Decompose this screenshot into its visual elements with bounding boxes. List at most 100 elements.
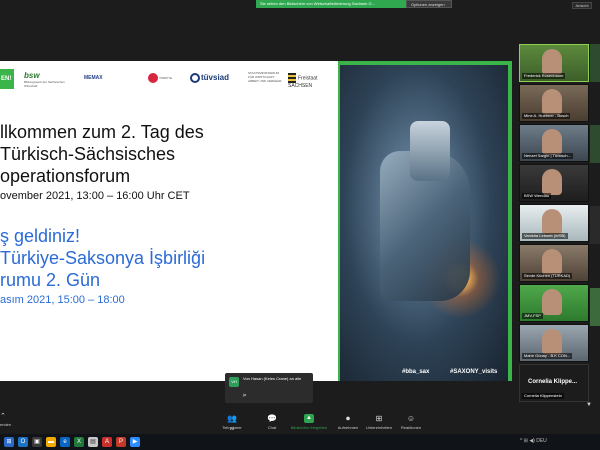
record-icon: ⏺ xyxy=(346,414,350,423)
tuvsiad-logo-text: tüvsiad xyxy=(201,73,230,83)
participant-video-face xyxy=(542,329,562,355)
side-tile-edge xyxy=(590,206,600,244)
participant-tile-no-video[interactable]: Cornelia Klippe... Cornelia Klippenstein xyxy=(519,364,589,402)
participants-icon: 👥28 xyxy=(227,414,237,431)
shared-slide: EN! bsw Bildungswerk der Sächsischen Wir… xyxy=(0,61,512,381)
sponsor-logo-row: EN! bsw Bildungswerk der Sächsischen Wir… xyxy=(0,61,340,101)
zoom-icon[interactable]: ▶ xyxy=(130,437,140,447)
turkish-text-block: ş geldiniz! Türkiye-Saksonya İşbirliği r… xyxy=(0,225,300,307)
participant-tile[interactable]: Vanisha Lebnett (WSB) xyxy=(519,204,589,242)
participant-tile[interactable]: Frederick Rosenbaum xyxy=(519,44,589,82)
german-title-line-3: operationsforum xyxy=(0,166,131,186)
turkish-title-line-3: rumu 2. Gün xyxy=(0,270,101,290)
sachsen-logo: Freistaat SACHSEN xyxy=(288,73,340,89)
turkish-date-line: asım 2021, 15:00 – 18:00 xyxy=(0,294,125,306)
memax-logo: MEMAX xyxy=(84,75,103,81)
participant-tile[interactable]: Nenzet Sargin | Türkisch... xyxy=(519,124,589,162)
breakout-rooms-label: Untereinheiten xyxy=(365,425,393,430)
participant-name: Mahir Günay - B.K CON... xyxy=(522,353,573,359)
excel-icon[interactable]: X xyxy=(74,437,84,447)
outlook-icon[interactable]: O xyxy=(18,437,28,447)
chat-label: Chat xyxy=(267,425,277,430)
participant-strip: Frederick Rosenbaum Mine A. Huebner - Bo… xyxy=(519,44,589,404)
participant-display-name: Cornelia Klippe... xyxy=(528,379,578,385)
participant-name: JMV-FSP xyxy=(522,313,543,319)
red-logo-text: TÜRKİYE xyxy=(159,76,173,81)
participant-video-face xyxy=(542,209,562,235)
participant-video-face xyxy=(542,289,562,315)
bsw-logo-subtitle: Bildungswerk der Sächsischen Wirtschaft xyxy=(24,80,65,88)
participants-button[interactable]: 👥28 Teilnehmer xyxy=(212,414,252,434)
german-date-line: ovember 2021, 13:00 – 16:00 Uhr CET xyxy=(0,190,190,202)
scroll-down-arrow-icon[interactable]: ▼ xyxy=(586,402,592,408)
bsw-logo: bsw Bildungswerk der Sächsischen Wirtsch… xyxy=(24,71,74,88)
participant-tile[interactable]: Mine A. Huebner - Bosch xyxy=(519,84,589,122)
chat-sender-avatar: VH xyxy=(229,377,239,387)
participant-video-face xyxy=(542,249,562,275)
red-circle-logo: TÜRKİYE xyxy=(148,73,172,83)
ring-icon xyxy=(190,73,200,83)
bsw-logo-text: bsw xyxy=(24,71,40,80)
chat-icon: 💬 xyxy=(267,414,277,423)
document-icon[interactable]: ▤ xyxy=(88,437,98,447)
participant-video-face xyxy=(542,49,562,75)
chat-button[interactable]: 💬 Chat xyxy=(252,414,292,434)
red-dot-icon xyxy=(148,73,158,83)
reactions-button[interactable]: ☺ Reaktionen xyxy=(391,414,431,434)
hashtag-saxony-visits: #SAXONY_visits xyxy=(450,369,498,375)
acrobat-icon[interactable]: A xyxy=(102,437,112,447)
participant-name: Vanisha Lebnett (WSB) xyxy=(522,233,568,239)
turkish-title-line-1: ş geldiniz! xyxy=(0,226,81,246)
chat-sender: Von Hasan (Keles Crane) an alle xyxy=(243,376,302,381)
system-tray[interactable]: ^ ⊞ ◀) DEU xyxy=(520,438,547,444)
side-tile-edge xyxy=(590,125,600,163)
side-tile-edge xyxy=(590,288,600,326)
breakout-rooms-icon: ⊞ xyxy=(375,414,383,423)
german-title-line-1: llkommen zum 2. Tag des xyxy=(0,122,204,142)
participant-video-face xyxy=(542,169,562,195)
german-title-line-2: Türkisch-Sächsisches xyxy=(0,144,176,164)
participant-name: Nenzet Sargin | Türkisch... xyxy=(522,153,573,159)
participant-tile[interactable]: Sevde Küchen (TÜRKAD) xyxy=(519,244,589,282)
turkish-title-line-2: Türkiye-Saksonya İşbirliği xyxy=(0,248,206,268)
participant-name: Sevde Küchen (TÜRKAD) xyxy=(522,273,573,279)
slide-text-block: llkommen zum 2. Tag des Türkisch-Sächsis… xyxy=(0,121,300,307)
share-banner-text: Sie sehen den Bildschirm von Wirtschafts… xyxy=(256,0,406,8)
participant-name: Mine A. Huebner - Bosch xyxy=(522,113,571,119)
participant-tile[interactable]: JMV-FSP xyxy=(519,284,589,322)
screen-share-banner: Sie sehen den Bildschirm von Wirtschafts… xyxy=(256,0,456,8)
view-button[interactable]: Ansicht xyxy=(572,2,592,9)
participant-tile[interactable]: BSW Wendau xyxy=(519,164,589,202)
share-screen-label: Bildschirm freigeben xyxy=(290,425,328,430)
side-tile-edge xyxy=(590,44,600,82)
chat-notification[interactable]: VH Von Hasan (Keles Crane) an alle ja xyxy=(225,373,313,403)
powerpoint-icon[interactable]: P xyxy=(116,437,126,447)
zoom-meeting-window: Sie sehen den Bildschirm von Wirtschafts… xyxy=(0,0,600,450)
reactions-label: Reaktionen xyxy=(400,425,422,430)
participant-video-face xyxy=(542,89,562,115)
meeting-toolbar: ⌃ enden 👥28 Teilnehmer 💬 Chat ▲ Bildschi… xyxy=(0,410,600,434)
participant-name: Cornelia Klippenstein xyxy=(522,393,564,399)
hashtag-bba-sax: #bba_sax xyxy=(402,369,430,375)
participant-tile[interactable]: Mahir Günay - B.K CON... xyxy=(519,324,589,362)
photo-green-border-top xyxy=(338,61,512,65)
participant-name: BSW Wendau xyxy=(522,193,552,199)
participant-video-face xyxy=(542,129,562,155)
left-toolbar-label: enden xyxy=(0,422,12,427)
reactions-icon: ☺ xyxy=(406,414,416,423)
file-explorer-icon[interactable]: ▬ xyxy=(46,437,56,447)
app-icon[interactable]: ▣ xyxy=(32,437,42,447)
record-label: Aufnehmen xyxy=(337,425,359,430)
left-toolbar-icon[interactable]: ⌃ xyxy=(0,412,6,420)
participant-name: Frederick Rosenbaum xyxy=(522,73,566,79)
view-options-button[interactable]: Optionen anzeigen xyxy=(406,0,452,8)
edge-icon[interactable]: e xyxy=(60,437,70,447)
saxony-crest-icon xyxy=(288,73,296,83)
ministry-logo: STAATSMINISTERIUM FÜR WIRTSCHAFT ARBEIT … xyxy=(248,71,282,83)
engine-part-shape xyxy=(410,121,450,181)
green-banner-logo: EN! xyxy=(0,69,14,89)
windows-start-icon[interactable]: ⊞ xyxy=(4,437,14,447)
windows-taskbar: ⊞ O ▣ ▬ e X ▤ A P ▶ ^ ⊞ ◀) DEU xyxy=(0,434,600,450)
share-screen-button[interactable]: ▲ Bildschirm freigeben xyxy=(289,414,329,434)
tuvsiad-logo: tüvsiad xyxy=(190,73,229,83)
